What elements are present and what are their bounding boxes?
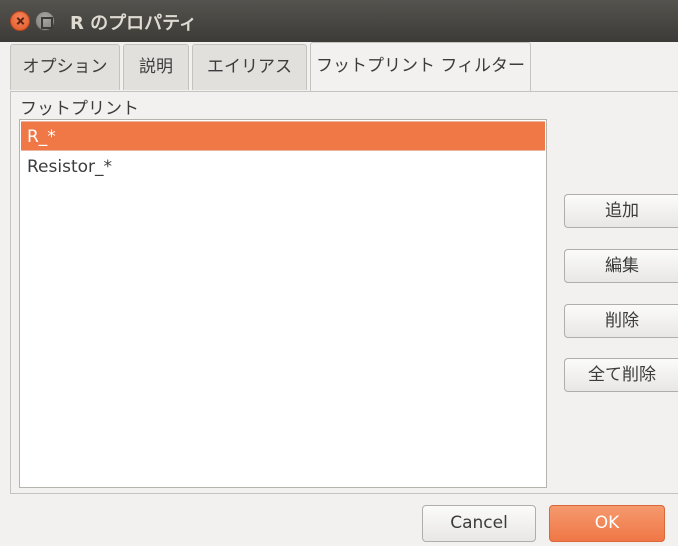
maximize-icon[interactable] bbox=[35, 11, 55, 31]
close-icon[interactable] bbox=[10, 11, 30, 31]
footprint-list-item[interactable]: Resistor_* bbox=[21, 152, 545, 182]
tab-description[interactable]: 説明 bbox=[123, 44, 189, 90]
footprint-list-item-selected[interactable]: R_* bbox=[21, 121, 545, 151]
footprint-filter-panel: フットプリント R_* Resistor_* 追加 編集 削除 全て削除 bbox=[10, 91, 678, 494]
footprint-list-label: フットプリント bbox=[20, 99, 139, 119]
cancel-button[interactable]: Cancel bbox=[422, 505, 536, 542]
tab-options[interactable]: オプション bbox=[10, 44, 120, 90]
tab-aliases[interactable]: エイリアス bbox=[192, 44, 307, 90]
title-bar: R のプロパティ bbox=[0, 0, 678, 42]
tab-footprint-filters[interactable]: フットプリント フィルター bbox=[310, 42, 531, 91]
delete-button[interactable]: 削除 bbox=[564, 304, 678, 338]
footprint-list[interactable]: R_* Resistor_* bbox=[19, 119, 547, 488]
ok-button[interactable]: OK bbox=[549, 505, 665, 542]
edit-button[interactable]: 編集 bbox=[564, 249, 678, 283]
add-button[interactable]: 追加 bbox=[564, 194, 678, 228]
window-title: R のプロパティ bbox=[70, 13, 198, 34]
delete-all-button[interactable]: 全て削除 bbox=[564, 358, 678, 392]
